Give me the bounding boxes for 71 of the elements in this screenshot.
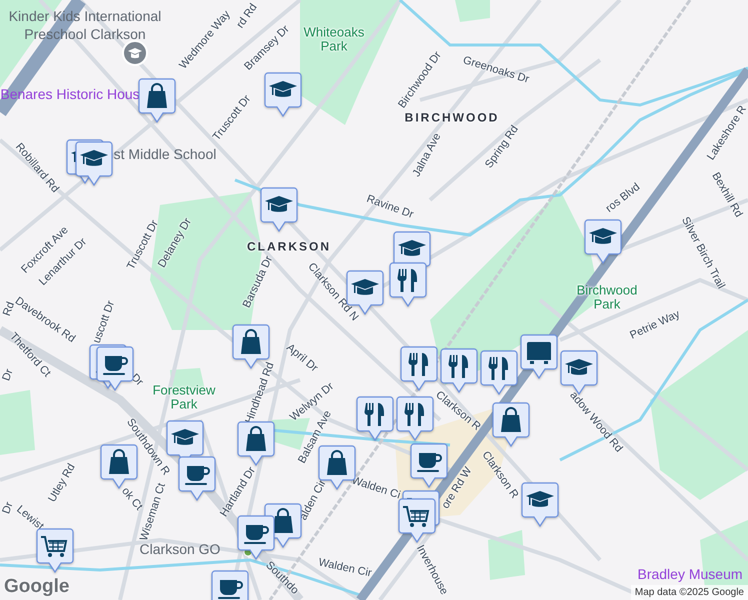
street-name: Silver Birch Trail xyxy=(679,215,727,291)
neighborhood-name[interactable]: BIRCHWOOD xyxy=(404,111,500,125)
landmark-name[interactable]: Bradley Museum xyxy=(637,564,743,584)
park-area xyxy=(455,0,490,22)
fork-knife-icon xyxy=(404,403,424,426)
map-marker[interactable] xyxy=(237,515,275,561)
coffee-cup-icon xyxy=(185,466,210,485)
park-area xyxy=(0,390,35,455)
graduation-cap-icon xyxy=(171,429,199,445)
fork-knife-icon xyxy=(448,355,468,378)
shopping-bag-icon xyxy=(327,450,347,475)
shopping-bag-icon xyxy=(109,449,129,474)
street-name: Rd xyxy=(0,300,17,318)
street-name: alden Cir xyxy=(297,478,329,522)
map-marker[interactable] xyxy=(36,528,74,574)
map-marker[interactable] xyxy=(389,262,427,308)
street-name: ore Rd W xyxy=(440,465,474,511)
street-name: rd Rd xyxy=(234,2,260,30)
map-marker[interactable] xyxy=(492,402,530,448)
shopping-bag-icon xyxy=(246,426,266,451)
map-marker[interactable] xyxy=(356,396,394,442)
map-marker[interactable] xyxy=(520,334,558,380)
shopping-bag-icon xyxy=(147,83,167,108)
street-name: Ravine Dr xyxy=(364,192,416,222)
park-area xyxy=(488,530,525,580)
coffee-cup-icon xyxy=(244,525,269,544)
street-name: uscott Dr xyxy=(90,299,118,345)
graduation-cap-icon xyxy=(265,196,293,212)
place-name[interactable]: st Middle School xyxy=(114,144,216,164)
map-marker[interactable] xyxy=(584,219,622,265)
graduation-cap-icon xyxy=(398,240,426,256)
map-marker[interactable] xyxy=(410,443,448,489)
bus-icon xyxy=(527,342,551,364)
map-marker[interactable] xyxy=(138,78,176,124)
coffee-cup-icon xyxy=(417,453,442,472)
street-name: Dr xyxy=(0,500,16,516)
map-marker[interactable] xyxy=(480,350,518,396)
shopping-bag-icon xyxy=(273,508,293,533)
fork-knife-icon xyxy=(398,269,417,292)
map-attribution: Map data ©2025 Google xyxy=(630,585,748,600)
map-marker[interactable] xyxy=(398,498,436,544)
map-marker[interactable] xyxy=(237,421,275,467)
graduation-cap-icon xyxy=(589,228,617,244)
map-marker[interactable] xyxy=(396,396,434,442)
graduation-cap-icon xyxy=(526,491,554,507)
fork-knife-icon xyxy=(488,357,508,380)
map-marker[interactable] xyxy=(178,456,216,502)
map-marker[interactable] xyxy=(260,187,298,233)
park-name[interactable]: Forestview Park xyxy=(139,384,229,412)
shopping-bag-icon xyxy=(501,407,521,432)
park-name[interactable]: Whiteoaks Park xyxy=(299,26,369,54)
coffee-cup-icon xyxy=(218,580,243,599)
shopping-cart-icon xyxy=(403,506,430,527)
google-logo[interactable]: Google xyxy=(4,576,70,598)
street-name: Jalna Ave xyxy=(410,131,444,179)
fork-knife-icon xyxy=(408,353,428,376)
graduation-cap-icon xyxy=(565,359,593,375)
street-name: Walden Ci xyxy=(350,474,402,502)
fork-knife-icon xyxy=(364,403,384,426)
graduation-cap-icon xyxy=(351,279,379,295)
map-marker[interactable] xyxy=(400,346,438,392)
street-name: Dr xyxy=(0,367,16,383)
map-marker[interactable] xyxy=(264,72,302,118)
graduation-cap-icon xyxy=(269,81,297,97)
neighborhood-name[interactable]: CLARKSON xyxy=(247,240,331,254)
map-marker[interactable] xyxy=(521,482,559,528)
shopping-bag-icon xyxy=(241,329,261,354)
shopping-cart-icon xyxy=(41,536,68,557)
street-name: April Dr xyxy=(284,342,320,374)
place-name[interactable]: Clarkson GO xyxy=(140,540,220,558)
street-name: Walden Cir xyxy=(317,556,373,580)
